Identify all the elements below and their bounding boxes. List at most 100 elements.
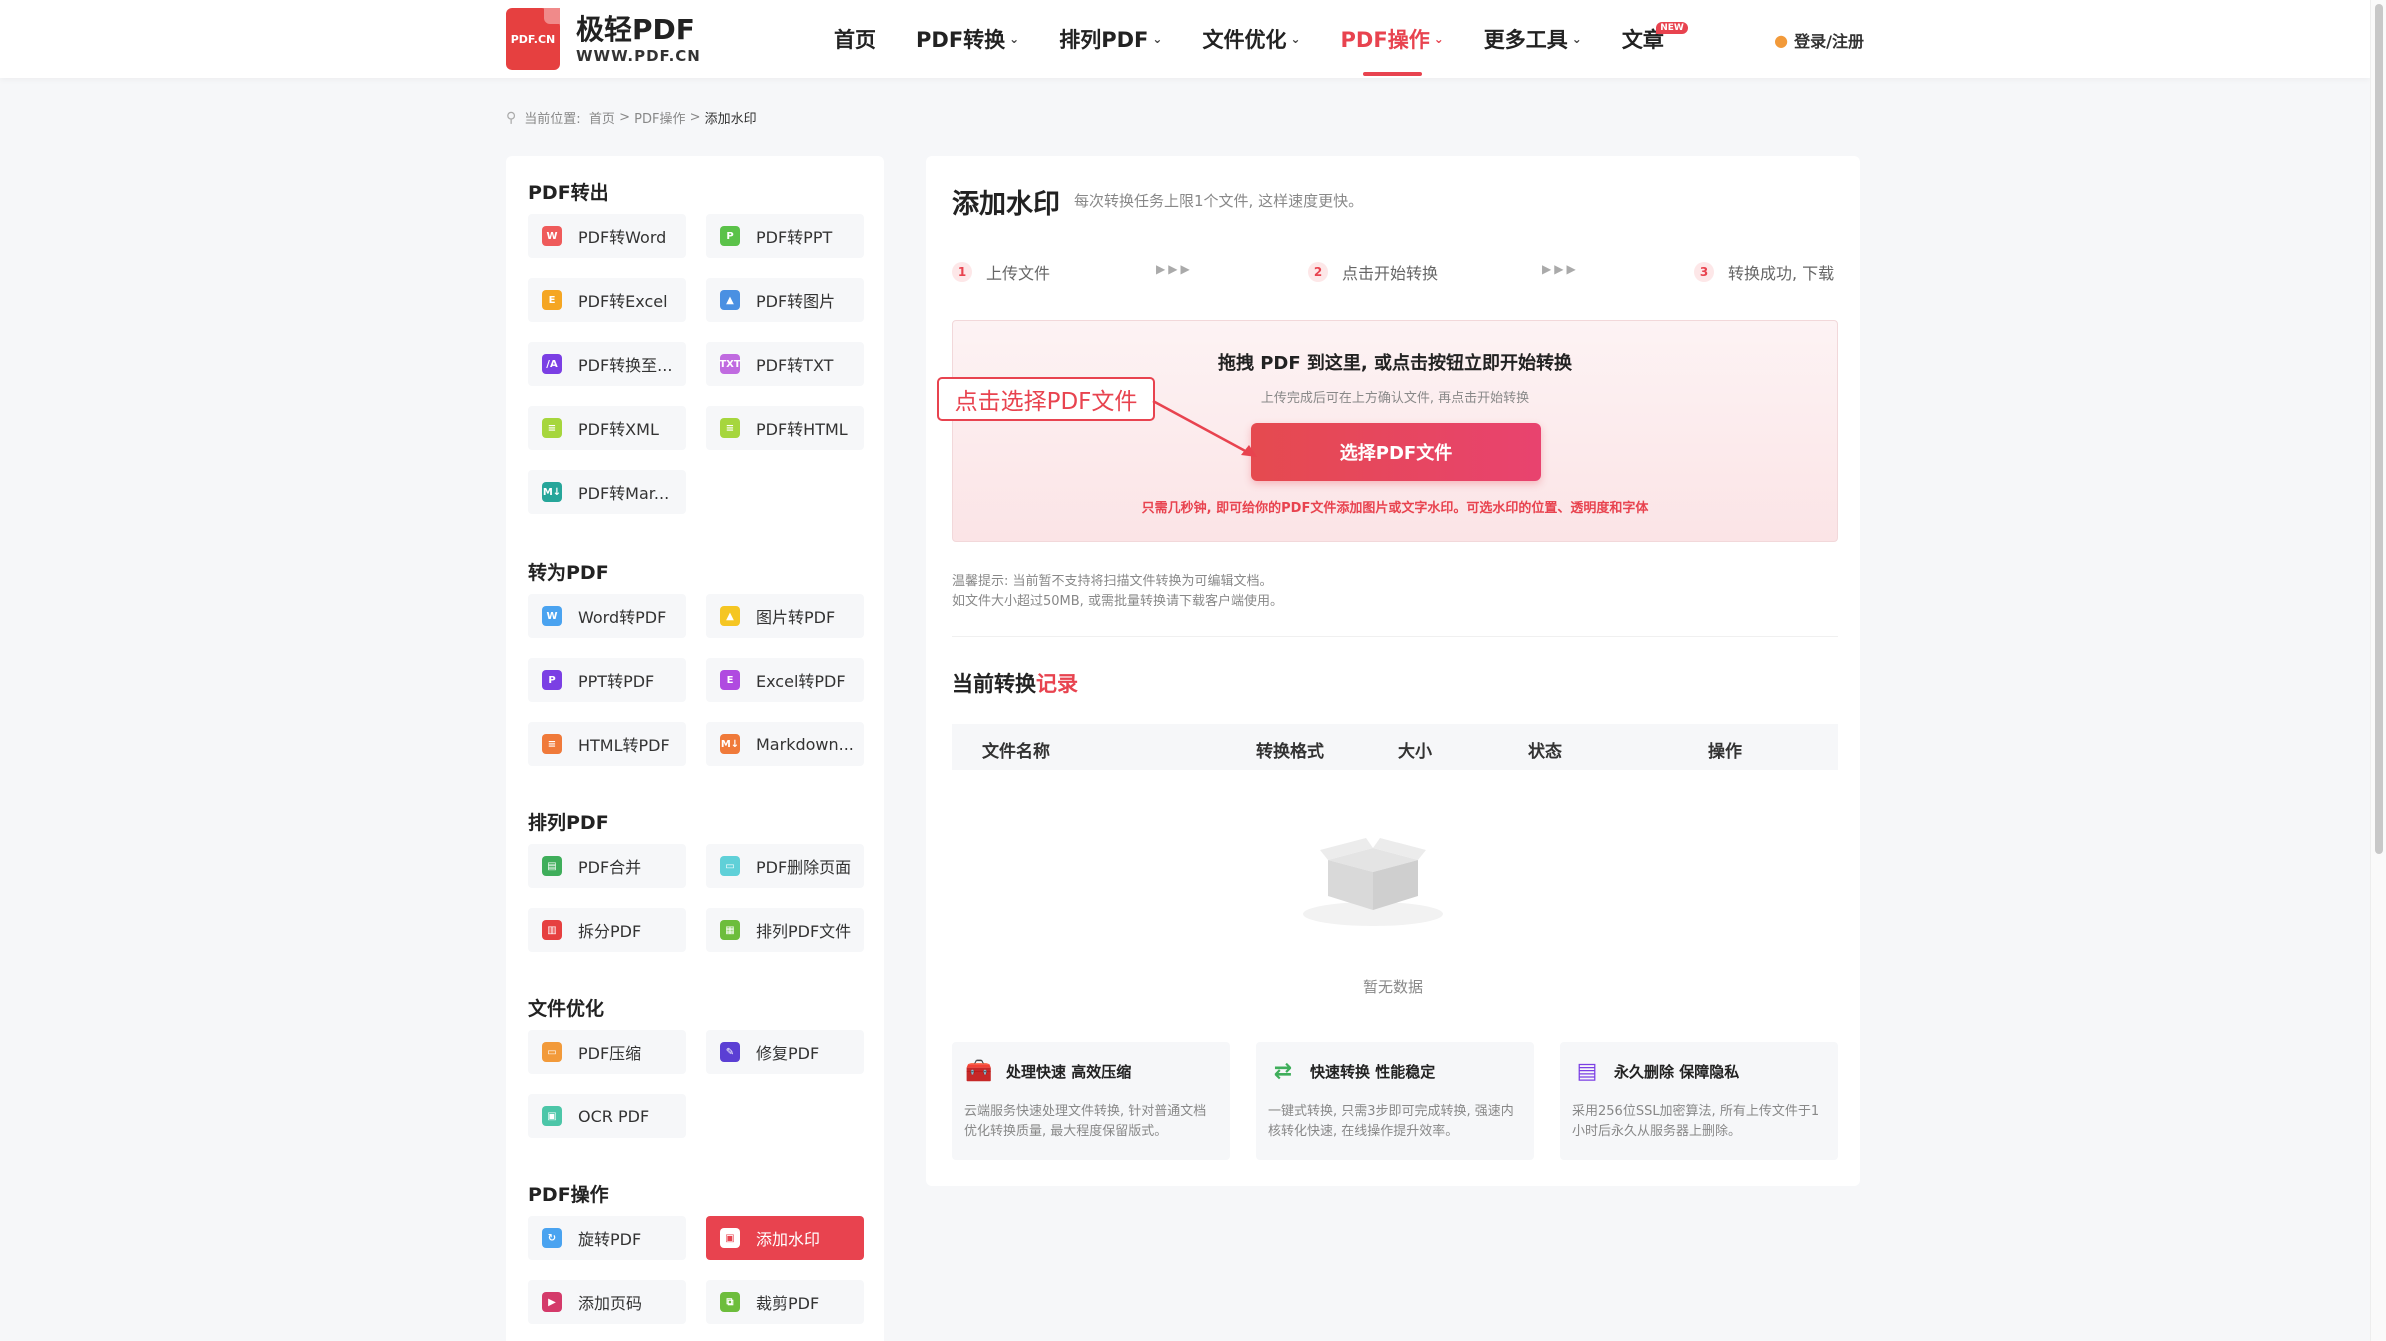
- select-pdf-button[interactable]: 选择PDF文件: [1251, 423, 1541, 481]
- sidebar-tool-item[interactable]: E PDF转Excel: [528, 278, 686, 322]
- step-arrows-icon: ▶▶▶: [1542, 262, 1579, 276]
- tool-icon: P: [542, 670, 562, 690]
- breadcrumb-parent[interactable]: PDF操作: [634, 108, 685, 127]
- tool-label: 修复PDF: [756, 1044, 820, 1063]
- nav-pdf-operations[interactable]: PDF操作 ⌄: [1341, 0, 1444, 78]
- sidebar-tool-item[interactable]: ▦ 排列PDF文件: [706, 908, 864, 952]
- nav-articles[interactable]: 文章 NEW: [1622, 0, 1688, 78]
- tool-icon: M↓: [542, 482, 562, 502]
- sidebar-tool-item[interactable]: ▭ PDF删除页面: [706, 844, 864, 888]
- sidebar-tool-item[interactable]: ▶ 添加页码: [528, 1280, 686, 1324]
- tool-icon: ▥: [542, 920, 562, 940]
- user-icon: ●: [1774, 30, 1789, 50]
- sidebar-section-title: 排列PDF: [528, 812, 609, 834]
- callout-label: 点击选择PDF文件: [937, 377, 1155, 421]
- chevron-down-icon: ⌄: [1009, 32, 1020, 46]
- sidebar-tool-item[interactable]: ⧉ 裁剪PDF: [706, 1280, 864, 1324]
- tips-text: 温馨提示: 当前暂不支持将扫描文件转换为可编辑文档。 如文件大小超过50MB, …: [952, 574, 1283, 609]
- tool-label: PDF压缩: [578, 1044, 642, 1063]
- sidebar-tool-item[interactable]: W PDF转Word: [528, 214, 686, 258]
- tool-label: 拆分PDF: [578, 922, 642, 941]
- tool-label: PDF合并: [578, 858, 642, 877]
- nav-pdf-convert[interactable]: PDF转换 ⌄: [916, 0, 1019, 78]
- page-scrollbar[interactable]: [2370, 0, 2386, 1341]
- chevron-down-icon: ⌄: [1433, 32, 1444, 46]
- tool-label: 排列PDF文件: [756, 922, 852, 941]
- transfer-icon: ⇄: [1273, 1058, 1293, 1084]
- nav-more-tools[interactable]: 更多工具 ⌄: [1484, 0, 1582, 78]
- sidebar-tool-item[interactable]: TXT PDF转TXT: [706, 342, 864, 386]
- divider: [952, 636, 1838, 637]
- tool-label: 旋转PDF: [578, 1230, 642, 1249]
- step-arrows-icon: ▶▶▶: [1156, 262, 1193, 276]
- sidebar-tool-item[interactable]: ≡ HTML转PDF: [528, 722, 686, 766]
- sidebar-tool-item[interactable]: ▲ 图片转PDF: [706, 594, 864, 638]
- sidebar-tool-item[interactable]: ▣ OCR PDF: [528, 1094, 686, 1138]
- breadcrumb-home[interactable]: 首页: [589, 108, 615, 127]
- conversion-steps: 1 上传文件 ▶▶▶ 2 点击开始转换 ▶▶▶ 3 转换成功, 下载: [952, 260, 1838, 290]
- sidebar-tool-item[interactable]: M↓ Markdown...: [706, 722, 864, 766]
- callout-arrow-icon: [1152, 399, 1257, 457]
- sidebar-tool-item[interactable]: ✎ 修复PDF: [706, 1030, 864, 1074]
- tool-icon: ▣: [720, 1228, 740, 1248]
- tool-label: Word转PDF: [578, 608, 667, 627]
- tool-icon: ≡: [542, 418, 562, 438]
- step-download: 3 转换成功, 下载: [1694, 260, 1834, 284]
- login-link[interactable]: ● 登录/注册: [1774, 28, 1864, 52]
- tool-label: OCR PDF: [578, 1106, 650, 1126]
- step-start: 2 点击开始转换: [1308, 260, 1438, 284]
- tool-label: PDF转Mar...: [578, 484, 670, 503]
- scroll-thumb[interactable]: [2375, 4, 2383, 854]
- feature-card-fast: 🧰 处理快速 高效压缩 云端服务快速处理文件转换, 针对普通文档优化转换质量, 最…: [952, 1042, 1230, 1160]
- sidebar-tool-item[interactable]: ▤ PDF合并: [528, 844, 686, 888]
- breadcrumb: ⚲ 当前位置: 首页 > PDF操作 > 添加水印: [506, 108, 757, 128]
- sidebar-tool-item[interactable]: ▲ PDF转图片: [706, 278, 864, 322]
- toolbox-icon: 🧰: [965, 1058, 993, 1084]
- col-format: 转换格式: [1256, 742, 1324, 762]
- tool-label: PPT转PDF: [578, 672, 655, 691]
- sidebar-tool-item[interactable]: ▭ PDF压缩: [528, 1030, 686, 1074]
- records-table-header: 文件名称 转换格式 大小 状态 操作: [952, 724, 1838, 770]
- tool-label: 添加水印: [756, 1230, 821, 1249]
- sidebar-tool-item[interactable]: P PPT转PDF: [528, 658, 686, 702]
- logo-icon: PDF.CN: [506, 8, 560, 70]
- tool-label: PDF转图片: [756, 292, 836, 311]
- upload-title: 拖拽 PDF 到这里, 或点击按钮立即开始转换: [1217, 353, 1573, 374]
- sidebar-tool-item[interactable]: E Excel转PDF: [706, 658, 864, 702]
- tool-label: PDF转HTML: [756, 420, 848, 439]
- sidebar-tool-item[interactable]: W Word转PDF: [528, 594, 686, 638]
- col-action: 操作: [1708, 742, 1742, 762]
- sidebar-section-title: 文件优化: [528, 998, 605, 1020]
- nav-arrange-pdf[interactable]: 排列PDF ⌄: [1059, 0, 1162, 78]
- tool-icon: ▤: [542, 856, 562, 876]
- sidebar-tool-item[interactable]: M↓ PDF转Mar...: [528, 470, 686, 514]
- feature-card-stable: ⇄ 快速转换 性能稳定 一键式转换, 只需3步即可完成转换, 强速内核转化快速, …: [1256, 1042, 1534, 1160]
- tool-icon: ▭: [542, 1042, 562, 1062]
- tool-icon: ▦: [720, 920, 740, 940]
- col-file-name: 文件名称: [982, 742, 1050, 762]
- sidebar-tool-item[interactable]: P PDF转PPT: [706, 214, 864, 258]
- sidebar-tool-item[interactable]: ≡ PDF转HTML: [706, 406, 864, 450]
- site-logo[interactable]: PDF.CN 极轻PDF WWW.PDF.CN: [506, 8, 701, 70]
- sidebar-tool-item[interactable]: ≡ PDF转XML: [528, 406, 686, 450]
- tool-label: PDF转XML: [578, 420, 659, 439]
- tool-label: Excel转PDF: [756, 672, 846, 691]
- tool-label: PDF转Excel: [578, 292, 668, 311]
- main-panel: 添加水印 每次转换任务上限1个文件, 这样速度更快。 1 上传文件 ▶▶▶ 2 点击…: [926, 156, 1860, 1186]
- tool-icon: ▣: [542, 1106, 562, 1126]
- tool-icon: W: [542, 226, 562, 246]
- tool-label: HTML转PDF: [578, 736, 670, 755]
- nav-file-optimize[interactable]: 文件优化 ⌄: [1202, 0, 1300, 78]
- sidebar-tool-item[interactable]: ▣ 添加水印: [706, 1216, 864, 1260]
- tool-icon: ▭: [720, 856, 740, 876]
- sidebar-tool-item[interactable]: ↻ 旋转PDF: [528, 1216, 686, 1260]
- logo-url: WWW.PDF.CN: [576, 47, 701, 65]
- sidebar-tool-item[interactable]: ▥ 拆分PDF: [528, 908, 686, 952]
- chevron-down-icon: ⌄: [1290, 32, 1301, 46]
- breadcrumb-current: 添加水印: [704, 112, 757, 127]
- shield-doc-icon: ▤: [1576, 1058, 1598, 1084]
- upload-dropzone[interactable]: 拖拽 PDF 到这里, 或点击按钮立即开始转换 上传完成后可在上方确认文件, 再…: [937, 320, 1838, 542]
- empty-box-icon: [1303, 838, 1443, 926]
- nav-home[interactable]: 首页: [834, 0, 876, 78]
- sidebar-tool-item[interactable]: /A PDF转换至...: [528, 342, 686, 386]
